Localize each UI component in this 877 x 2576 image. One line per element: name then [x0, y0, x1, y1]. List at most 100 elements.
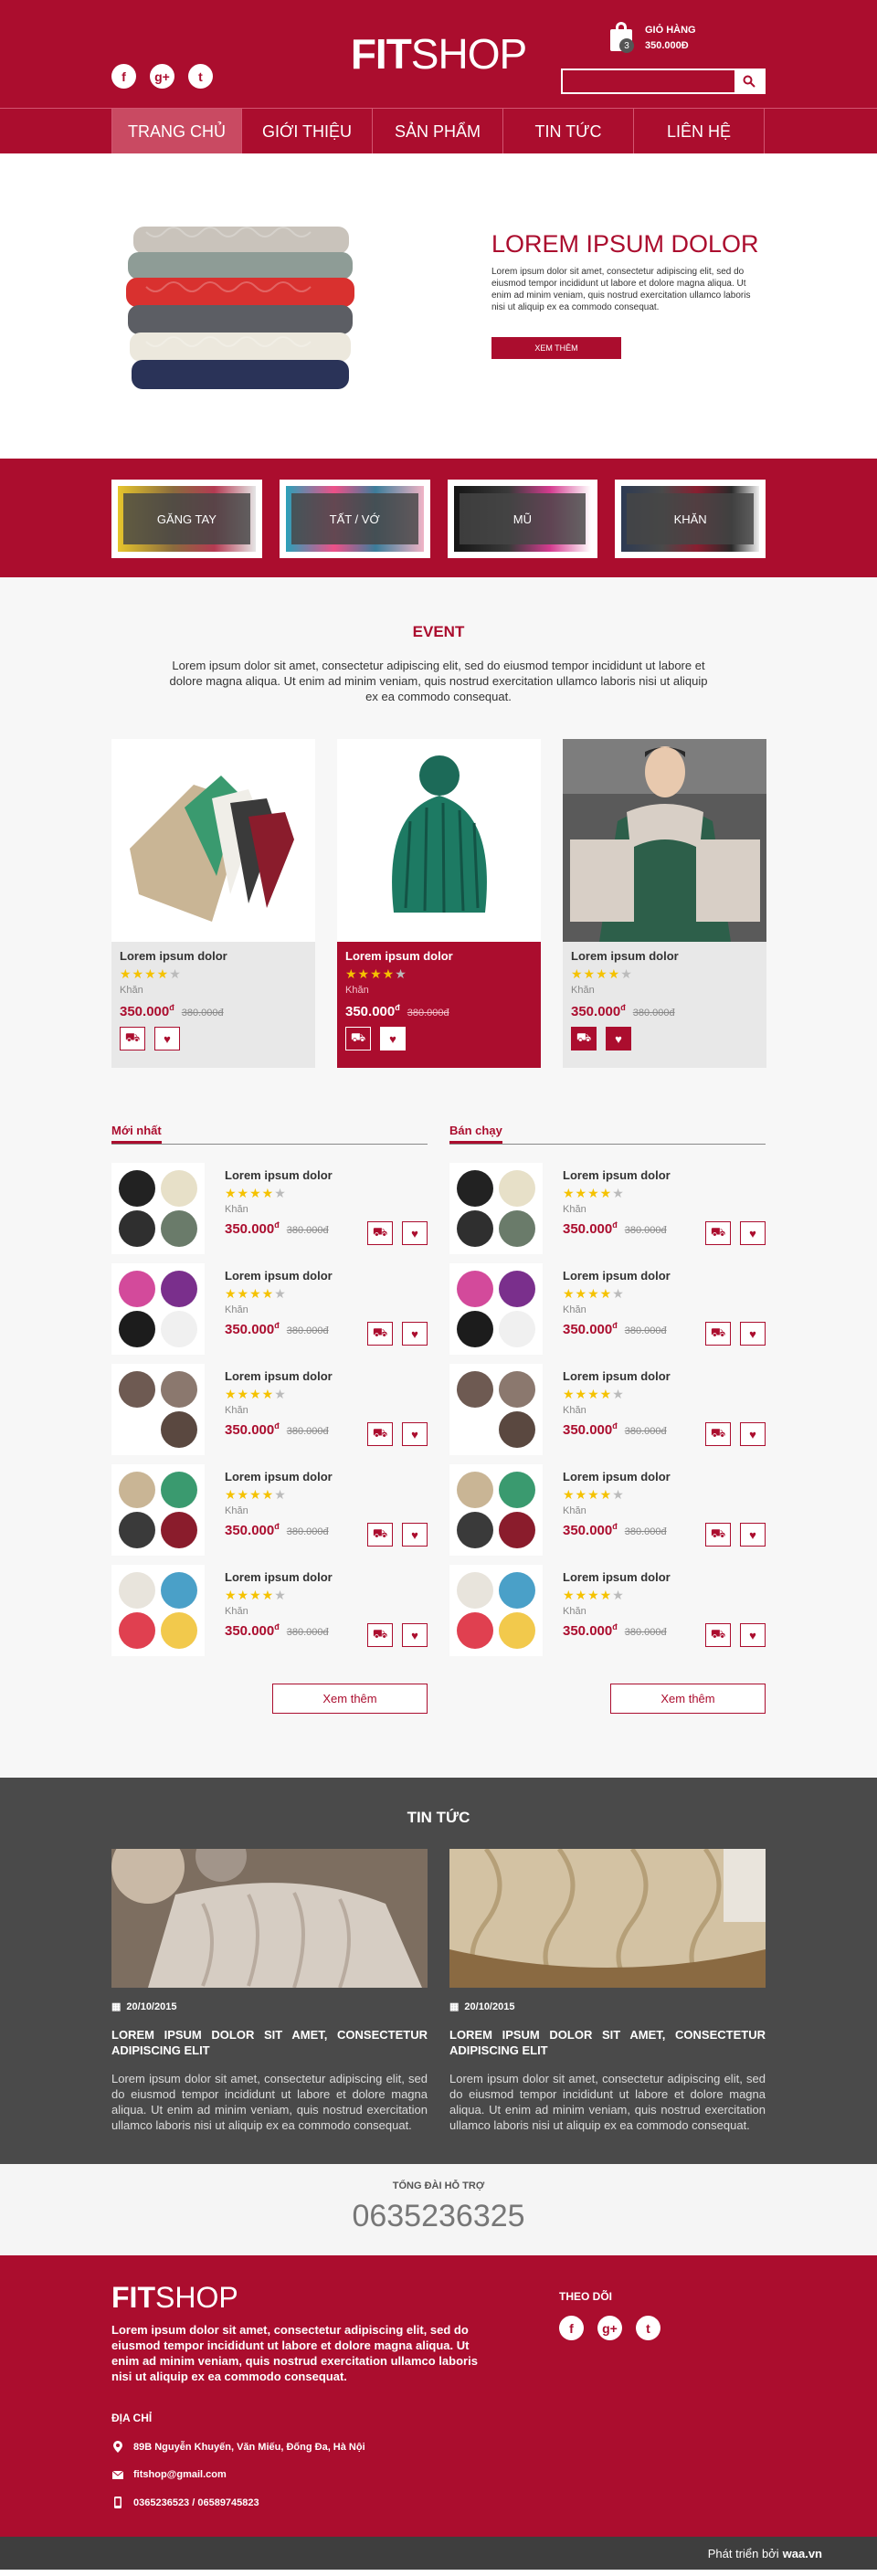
bestseller-more-button[interactable]: Xem thêm [610, 1684, 766, 1714]
search-input[interactable] [563, 70, 734, 92]
footer-email[interactable]: fitshop@gmail.com [133, 2469, 227, 2480]
favorite-button[interactable]: ♥ [402, 1422, 428, 1446]
add-to-cart-button[interactable]: ⛟ [345, 1027, 371, 1050]
favorite-button[interactable]: ♥ [740, 1623, 766, 1647]
list-item[interactable]: Lorem ipsum dolor ★★★★★ Khăn 350.000đ 380… [449, 1464, 766, 1565]
product-category: Khăn [225, 1405, 248, 1416]
rating-stars: ★★★★★ [225, 1186, 287, 1200]
cart-count-badge: 3 [619, 38, 634, 53]
credit-link[interactable]: waa.vn [783, 2547, 822, 2560]
favorite-button[interactable]: ♥ [740, 1221, 766, 1245]
calendar-icon: ▦ [449, 2001, 460, 2012]
nav-news[interactable]: TIN TỨC [503, 109, 634, 154]
footer-logo[interactable]: FITSHOP [111, 2281, 766, 2315]
newest-more-button[interactable]: Xem thêm [272, 1684, 428, 1714]
add-to-cart-button[interactable]: ⛟ [367, 1422, 393, 1446]
hotline-number[interactable]: 0635236325 [0, 2199, 877, 2234]
category-hats[interactable]: MŨ [447, 480, 598, 558]
favorite-button[interactable]: ♥ [380, 1027, 406, 1050]
product-category: Khăn [563, 1405, 586, 1416]
list-item[interactable]: Lorem ipsum dolor ★★★★★ Khăn 350.000đ 380… [111, 1464, 428, 1565]
basket-icon: ⛟ [350, 1030, 366, 1044]
facebook-icon[interactable]: f [559, 2316, 584, 2340]
news-post[interactable]: ▦ 20/10/2015 LOREM IPSUM DOLOR SIT AMET, … [449, 1849, 766, 2133]
add-to-cart-button[interactable]: ⛟ [705, 1221, 731, 1245]
twitter-icon[interactable]: t [636, 2316, 660, 2340]
add-to-cart-button[interactable]: ⛟ [120, 1027, 145, 1050]
old-price: 380.000đ [624, 1325, 667, 1336]
add-to-cart-button[interactable]: ⛟ [367, 1523, 393, 1547]
hero-text: Lorem ipsum dolor sit amet, consectetur … [491, 267, 751, 312]
basket-icon: ⛟ [710, 1426, 726, 1440]
site-footer: FITSHOP Lorem ipsum dolor sit amet, cons… [0, 2255, 877, 2537]
favorite-button[interactable]: ♥ [154, 1027, 180, 1050]
nav-contact[interactable]: LIÊN HỆ [634, 109, 765, 154]
cart-total: 350.000Đ [645, 40, 689, 51]
twitter-icon[interactable]: t [188, 64, 213, 89]
list-item[interactable]: Lorem ipsum dolor ★★★★★ Khăn 350.000đ 380… [111, 1565, 428, 1665]
favorite-button[interactable]: ♥ [740, 1523, 766, 1547]
favorite-button[interactable]: ♥ [402, 1322, 428, 1346]
search-button[interactable] [734, 70, 764, 92]
old-price: 380.000đ [632, 1008, 675, 1019]
basket-icon: ⛟ [710, 1627, 726, 1641]
list-item[interactable]: Lorem ipsum dolor ★★★★★ Khăn 350.000đ 380… [449, 1364, 766, 1464]
product-name: Lorem ipsum dolor [225, 1470, 333, 1483]
list-item[interactable]: Lorem ipsum dolor ★★★★★ Khăn 350.000đ 380… [449, 1565, 766, 1665]
product-category: Khăn [571, 985, 595, 996]
product-price: 350.000đ 380.000đ [345, 1003, 449, 1019]
add-to-cart-button[interactable]: ⛟ [367, 1221, 393, 1245]
post-heading[interactable]: LOREM IPSUM DOLOR SIT AMET, CONSECTETUR … [449, 2027, 766, 2058]
list-item[interactable]: Lorem ipsum dolor ★★★★★ Khăn 350.000đ 380… [111, 1163, 428, 1263]
event-product-card[interactable]: Lorem ipsum dolor ★★★★★ Khăn 350.000đ 380… [337, 739, 541, 1068]
category-socks[interactable]: TẤT / VỚ [279, 480, 430, 558]
cart-widget[interactable]: 3 GIỎ HÀNG 350.000Đ [608, 20, 696, 54]
nav-home[interactable]: TRANG CHỦ [111, 109, 242, 154]
category-scarves[interactable]: KHĂN [615, 480, 766, 558]
post-heading[interactable]: LOREM IPSUM DOLOR SIT AMET, CONSECTETUR … [111, 2027, 428, 2058]
favorite-button[interactable]: ♥ [402, 1221, 428, 1245]
product-name: Lorem ipsum dolor [345, 949, 453, 963]
rating-stars: ★★★★★ [563, 1286, 625, 1301]
favorite-button[interactable]: ♥ [740, 1322, 766, 1346]
old-price: 380.000đ [286, 1627, 329, 1638]
event-product-card[interactable]: Lorem ipsum dolor ★★★★★ Khăn 350.000đ 380… [563, 739, 766, 1068]
add-to-cart-button[interactable]: ⛟ [705, 1422, 731, 1446]
facebook-icon[interactable]: f [111, 64, 136, 89]
add-to-cart-button[interactable]: ⛟ [571, 1027, 597, 1050]
favorite-button[interactable]: ♥ [740, 1422, 766, 1446]
category-gloves[interactable]: GĂNG TAY [111, 480, 262, 558]
list-item[interactable]: Lorem ipsum dolor ★★★★★ Khăn 350.000đ 380… [449, 1163, 766, 1263]
favorite-button[interactable]: ♥ [402, 1623, 428, 1647]
rating-stars: ★★★★★ [225, 1487, 287, 1502]
list-item[interactable]: Lorem ipsum dolor ★★★★★ Khăn 350.000đ 380… [111, 1263, 428, 1364]
product-thumbnail [111, 1263, 205, 1355]
product-thumbnail [111, 1565, 205, 1656]
event-section: EVENT Lorem ipsum dolor sit amet, consec… [0, 577, 877, 1123]
product-name: Lorem ipsum dolor [225, 1570, 333, 1584]
google-plus-icon[interactable]: g+ [150, 64, 174, 89]
add-to-cart-button[interactable]: ⛟ [705, 1322, 731, 1346]
product-thumbnail [449, 1565, 543, 1656]
heart-icon: ♥ [615, 1031, 622, 1046]
add-to-cart-button[interactable]: ⛟ [367, 1623, 393, 1647]
favorite-button[interactable]: ♥ [402, 1523, 428, 1547]
add-to-cart-button[interactable]: ⛟ [705, 1623, 731, 1647]
list-item[interactable]: Lorem ipsum dolor ★★★★★ Khăn 350.000đ 380… [449, 1263, 766, 1364]
product-category: Khăn [225, 1304, 248, 1315]
add-to-cart-button[interactable]: ⛟ [705, 1523, 731, 1547]
site-logo[interactable]: FITSHOP [351, 29, 527, 79]
nav-about[interactable]: GIỚI THIỆU [242, 109, 373, 154]
basket-icon: ⛟ [710, 1325, 726, 1339]
favorite-button[interactable]: ♥ [606, 1027, 631, 1050]
heart-icon: ♥ [749, 1427, 756, 1441]
nav-products[interactable]: SẢN PHẨM [373, 109, 503, 154]
news-post[interactable]: ▦ 20/10/2015 LOREM IPSUM DOLOR SIT AMET, … [111, 1849, 428, 2133]
add-to-cart-button[interactable]: ⛟ [367, 1322, 393, 1346]
hero-more-button[interactable]: XEM THÊM [491, 337, 621, 359]
event-product-card[interactable]: Lorem ipsum dolor ★★★★★ Khăn 350.000đ 380… [111, 739, 315, 1068]
footer-phone[interactable]: 0365236523 / 06589745823 [133, 2497, 259, 2508]
list-item[interactable]: Lorem ipsum dolor ★★★★★ Khăn 350.000đ 380… [111, 1364, 428, 1464]
heart-icon: ♥ [749, 1527, 756, 1542]
google-plus-icon[interactable]: g+ [597, 2316, 622, 2340]
